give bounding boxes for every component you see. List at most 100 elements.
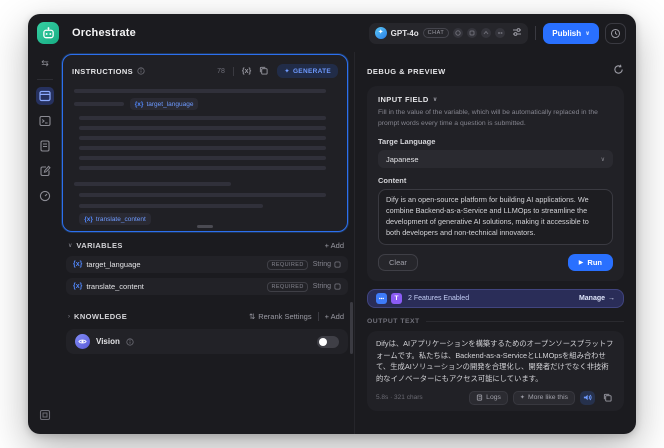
features-enabled-bar[interactable]: T 2 Features Enabled Manage → (367, 289, 624, 309)
feature-dot-icon-1 (453, 28, 464, 38)
info-icon (137, 67, 145, 75)
instructions-editor[interactable]: INSTRUCTIONS 78 {x} ✦ GENERATE {x} targe… (62, 54, 348, 232)
brackets-icon: {x} (73, 283, 83, 290)
chevron-down-icon: ∨ (432, 97, 438, 103)
play-audio-button[interactable] (580, 390, 595, 405)
rerank-settings-button[interactable]: ⇅ Rerank Settings (249, 312, 312, 321)
logs-label: Logs (486, 394, 501, 402)
chevron-down-icon[interactable]: ∨ (68, 242, 72, 249)
restart-button[interactable] (613, 62, 624, 80)
debug-title: DEBUG & PREVIEW (367, 66, 446, 76)
robot-icon (42, 26, 54, 38)
prompt-panel: INSTRUCTIONS 78 {x} ✦ GENERATE {x} targe… (62, 52, 354, 434)
chevron-down-icon: ∨ (585, 30, 590, 37)
logs-button[interactable]: Logs (469, 390, 508, 405)
chat-mode-badge: CHAT (422, 28, 450, 38)
version-history-button[interactable] (605, 22, 626, 44)
sidebar-item-switch[interactable]: ⇆ (36, 54, 54, 72)
scrollbar[interactable] (350, 302, 353, 354)
titlebar-divider (535, 26, 537, 40)
features-enabled-label: 2 Features Enabled (408, 295, 470, 303)
app-window: Orchestrate ✦ GPT-4o CHAT Publish ∨ ⇆ IN… (28, 14, 636, 434)
clear-button[interactable]: Clear (378, 254, 418, 272)
required-badge: REQUIRED (267, 259, 308, 270)
copy-icon (603, 394, 612, 402)
manage-label: Manage (578, 295, 605, 303)
knowledge-title: KNOWLEDGE (74, 312, 128, 321)
variable-name: target_language (146, 100, 194, 108)
sidebar-item-monitoring[interactable] (36, 187, 54, 205)
sidebar-item-logs[interactable] (36, 137, 54, 155)
variable-row-target-language[interactable]: {x} target_language REQUIRED String (66, 256, 348, 273)
variable-name: target_language (86, 260, 141, 269)
variables-header: ∨ VARIABLES + Add (62, 232, 348, 256)
variable-name: translate_content (95, 215, 146, 223)
brackets-icon: {x} (73, 261, 83, 268)
char-count: 78 (217, 67, 225, 75)
insert-variable-icon[interactable]: {x} (242, 68, 251, 75)
more-like-this-label: More like this (527, 394, 568, 402)
run-button[interactable]: ▶ Run (567, 254, 613, 272)
sidebar-item-orchestrate[interactable] (36, 87, 54, 105)
rail-divider (37, 79, 53, 80)
type-icon (334, 283, 341, 290)
model-name: GPT-4o (390, 28, 419, 38)
skeleton-line (79, 126, 326, 130)
terminal-icon (39, 115, 51, 127)
sidebar-item-workspace[interactable] (36, 406, 54, 424)
feature-dot-icon-3 (481, 28, 492, 38)
variable-tag-translate-content[interactable]: {x} translate_content (79, 213, 151, 225)
instructions-title: INSTRUCTIONS (72, 66, 134, 76)
add-variable-button[interactable]: + Add (325, 241, 344, 250)
annotation-icon (40, 165, 51, 177)
skeleton-line (79, 204, 263, 208)
knowledge-header: › KNOWLEDGE ⇅ Rerank Settings + Add (62, 300, 348, 327)
chevron-right-icon[interactable]: › (68, 314, 70, 320)
instructions-header: INSTRUCTIONS 78 {x} ✦ GENERATE (63, 55, 347, 83)
info-icon (126, 337, 134, 346)
model-selector[interactable]: ✦ GPT-4o CHAT (368, 22, 529, 44)
publish-label: Publish (552, 28, 582, 38)
content-input[interactable]: Dify is an open-source platform for buil… (378, 189, 613, 246)
sparkle-icon: ✦ (519, 395, 525, 402)
skeleton-line (79, 146, 326, 150)
manage-features-button[interactable]: Manage → (579, 295, 615, 302)
copy-prompt-button[interactable] (259, 62, 268, 80)
copy-output-button[interactable] (600, 391, 615, 405)
add-knowledge-button[interactable]: + Add (325, 312, 344, 321)
vision-toggle[interactable] (317, 335, 339, 348)
target-language-select[interactable]: Japanese ∨ (378, 150, 613, 169)
skeleton-line (79, 156, 326, 160)
window-body: ⇆ INSTRUCTIONS 78 {x} ✦ GENERATE {x} tar… (28, 52, 636, 434)
app-logo[interactable] (37, 22, 59, 44)
vision-eye-icon (75, 334, 90, 349)
more-like-this-button[interactable]: ✦ More like this (512, 390, 575, 405)
skeleton-line (74, 102, 124, 106)
copy-icon (260, 66, 268, 75)
speaker-icon (583, 394, 592, 401)
document-list-icon (40, 140, 50, 152)
vision-feature-card: Vision (66, 329, 348, 354)
publish-button[interactable]: Publish ∨ (543, 22, 599, 44)
sidebar-item-api[interactable] (36, 112, 54, 130)
input-field-header[interactable]: INPUT FIELD ∨ (378, 95, 613, 104)
brackets-icon: {x} (134, 100, 144, 108)
model-params-icon[interactable] (512, 24, 522, 42)
resize-handle[interactable] (197, 225, 213, 228)
variable-row-translate-content[interactable]: {x} translate_content REQUIRED String (66, 278, 348, 295)
sparkle-icon: ✦ (284, 68, 290, 75)
chevron-down-icon: ∨ (600, 156, 605, 163)
output-card: Difyは、AIアプリケーションを構築するためのオープンソースプラットフォームで… (367, 331, 624, 411)
content-label: Content (378, 176, 407, 186)
target-language-label: Targe Language (378, 137, 436, 147)
page-title: Orchestrate (72, 27, 136, 39)
titlebar: Orchestrate ✦ GPT-4o CHAT Publish ∨ (28, 14, 636, 52)
variable-tag-target-language[interactable]: {x} target_language (129, 98, 199, 110)
action-row: Clear ▶ Run (378, 254, 613, 272)
arrow-right-icon: → (608, 295, 615, 303)
generate-button[interactable]: ✦ GENERATE (277, 64, 338, 78)
skeleton-line (79, 166, 326, 170)
output-divider (425, 321, 624, 323)
variable-name: translate_content (86, 282, 144, 291)
sidebar-item-annotations[interactable] (36, 162, 54, 180)
